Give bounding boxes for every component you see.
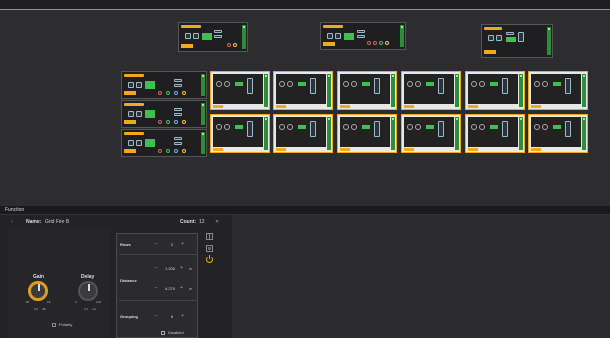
function-panel-title: Function — [0, 206, 610, 215]
gain-max: 18 — [47, 300, 51, 304]
gain-unit: dB — [42, 307, 46, 311]
monitor-icon[interactable] — [206, 245, 213, 252]
distance-b-increment-button[interactable]: + — [180, 285, 183, 291]
amplifier-unit[interactable] — [401, 71, 461, 110]
processor-unit[interactable] — [121, 71, 207, 99]
rows-value[interactable]: 2 — [171, 242, 173, 247]
count-value: 12 — [199, 219, 205, 225]
distance-a-unit: m — [189, 266, 193, 271]
delay-unit: ms — [92, 307, 96, 311]
grouping-label: Grouping — [120, 314, 138, 319]
disabled-label: Disabled — [168, 330, 184, 335]
delay-max: 100 — [96, 300, 102, 304]
empty-panel-area — [232, 215, 610, 338]
amplifier-unit[interactable] — [528, 71, 588, 110]
name-label: Name: — [26, 219, 42, 225]
distance-b-unit: m — [189, 286, 193, 291]
grouping-decrement-button[interactable]: − — [155, 313, 158, 319]
amplifier-unit[interactable] — [210, 71, 270, 110]
distance-b-decrement-button[interactable]: − — [155, 285, 158, 291]
collapse-icon[interactable]: ‹ — [11, 218, 13, 226]
grouping-increment-button[interactable]: + — [181, 313, 184, 319]
amplifier-unit[interactable] — [528, 114, 588, 153]
device-canvas[interactable] — [0, 10, 610, 206]
name-field[interactable]: Grid Fire B — [45, 218, 69, 226]
delay-label: Delay — [81, 274, 95, 280]
knob-section: Gain -80 18 0.0 dB Delay 0 100 0.0 ms Po… — [8, 229, 110, 338]
amplifier-unit[interactable] — [273, 114, 333, 153]
polarity-label: Polarity — [59, 322, 73, 327]
amplifier-unit[interactable] — [337, 114, 397, 153]
amplifier-unit[interactable] — [337, 71, 397, 110]
grouping-value[interactable]: 6 — [171, 314, 173, 319]
gain-label: Gain — [33, 274, 45, 280]
distance-a-increment-button[interactable]: + — [180, 265, 183, 271]
gain-min: -80 — [25, 300, 30, 304]
distance-label: Distance — [120, 278, 137, 283]
processor-unit[interactable] — [121, 129, 207, 157]
rows-increment-button[interactable]: + — [181, 241, 184, 247]
amplifier-unit[interactable] — [210, 114, 270, 153]
count-label: Count: — [180, 219, 197, 225]
gain-knob[interactable] — [28, 281, 48, 301]
delay-min: 0 — [75, 300, 77, 304]
rows-decrement-button[interactable]: − — [155, 241, 158, 247]
gain-value: 0.0 — [34, 307, 39, 311]
amplifier-unit[interactable] — [273, 71, 333, 110]
delay-value: 0.0 — [84, 307, 89, 311]
disabled-checkbox[interactable] — [161, 331, 165, 335]
close-icon[interactable]: ✕ — [215, 218, 219, 226]
amplifier-unit[interactable] — [465, 71, 525, 110]
distance-b-value[interactable]: 4.270 — [165, 286, 175, 291]
polarity-checkbox[interactable] — [52, 323, 56, 327]
processor-unit[interactable] — [121, 100, 207, 128]
parameters-section: Rows − 2 + Distance − 1.200 + m − 4.270 … — [116, 233, 198, 338]
power-icon[interactable] — [206, 255, 213, 263]
grid-icon[interactable] — [206, 233, 213, 240]
amplifier-unit[interactable] — [401, 114, 461, 153]
amplifier-unit[interactable] — [465, 114, 525, 153]
distance-a-decrement-button[interactable]: − — [155, 265, 158, 271]
processor-unit[interactable] — [320, 22, 406, 50]
rows-label: Rows — [120, 242, 131, 247]
delay-knob[interactable] — [78, 281, 98, 301]
distance-a-value[interactable]: 1.200 — [165, 266, 175, 271]
top-bar — [0, 0, 610, 10]
processor-unit[interactable] — [178, 22, 248, 52]
processor-unit[interactable] — [481, 24, 553, 58]
